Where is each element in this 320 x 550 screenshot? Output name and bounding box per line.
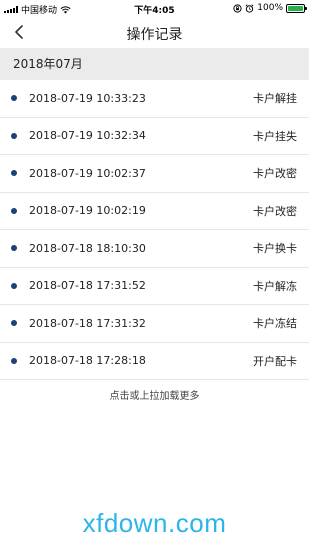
record-row[interactable]: 2018-07-19 10:33:23 卡户解挂: [0, 80, 309, 118]
bullet-dot-icon: [11, 170, 17, 177]
month-section-header: 2018年07月: [0, 48, 309, 80]
record-action: 卡户挂失: [253, 129, 297, 143]
record-time: 2018-07-18 17:28:18: [29, 354, 146, 368]
battery-icon: [286, 3, 307, 13]
nav-bar: 操作记录: [0, 16, 309, 48]
record-row[interactable]: 2018-07-19 10:02:37 卡户改密: [0, 155, 309, 193]
record-action: 开户配卡: [253, 354, 297, 368]
record-row[interactable]: 2018-07-19 10:32:34 卡户挂失: [0, 118, 309, 155]
record-time: 2018-07-18 17:31:32: [29, 316, 146, 330]
record-time: 2018-07-19 10:02:19: [29, 204, 146, 218]
record-list: 2018-07-19 10:33:23 卡户解挂 2018-07-19 10:3…: [0, 80, 309, 380]
alarm-icon: [245, 3, 254, 13]
bullet-dot-icon: [11, 245, 17, 252]
battery-fill: [288, 5, 303, 11]
record-action: 卡户改密: [253, 204, 297, 218]
record-time: 2018-07-18 18:10:30: [29, 241, 146, 255]
record-row[interactable]: 2018-07-18 17:31:32 卡户冻结: [0, 305, 309, 343]
status-right: 100%: [233, 3, 307, 13]
record-row[interactable]: 2018-07-18 17:28:18 开户配卡: [0, 343, 309, 380]
record-action: 卡户改密: [253, 167, 297, 181]
page-title: 操作记录: [126, 27, 183, 43]
battery-percent: 100%: [257, 3, 283, 13]
record-action: 卡户解挂: [253, 92, 297, 106]
watermark-logo: xfdown.com: [82, 508, 227, 538]
bullet-dot-icon: [11, 320, 17, 327]
record-row[interactable]: 2018-07-19 10:02:19 卡户改密: [0, 193, 309, 230]
bullet-dot-icon: [11, 357, 17, 364]
record-row[interactable]: 2018-07-18 17:31:52 卡户解冻: [0, 268, 309, 305]
record-time: 2018-07-19 10:33:23: [29, 91, 146, 105]
record-action: 卡户冻结: [253, 317, 297, 331]
record-time: 2018-07-19 10:02:37: [29, 166, 146, 180]
record-time: 2018-07-18 17:31:52: [29, 279, 146, 293]
load-more-link[interactable]: 点击或上拉加载更多: [0, 387, 309, 402]
record-action: 卡户换卡: [253, 242, 297, 256]
bullet-dot-icon: [11, 95, 17, 102]
lock-rotation-icon: [233, 3, 242, 13]
record-row[interactable]: 2018-07-18 18:10:30 卡户换卡: [0, 230, 309, 268]
record-time: 2018-07-19 10:32:34: [29, 129, 146, 143]
record-action: 卡户解冻: [253, 279, 297, 293]
bullet-dot-icon: [11, 207, 17, 214]
bullet-dot-icon: [11, 132, 17, 139]
bullet-dot-icon: [11, 282, 17, 289]
status-bar: 中国移动 下午4:05 100%: [0, 0, 309, 16]
